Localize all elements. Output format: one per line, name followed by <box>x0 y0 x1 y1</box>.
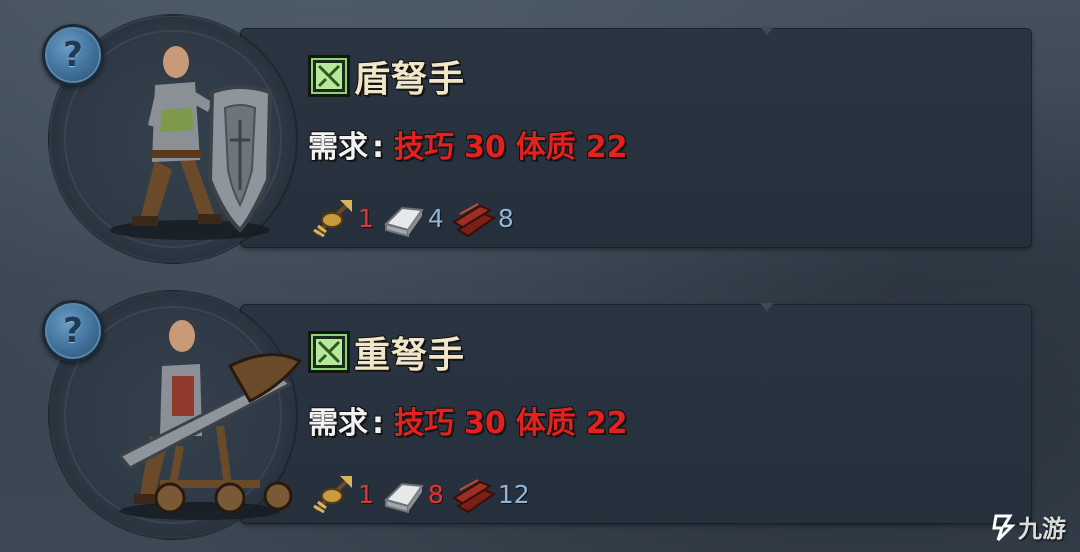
requirement-separator: : <box>372 130 384 165</box>
cost-wood: 12 <box>450 472 530 516</box>
unit-name: 盾弩手 <box>354 59 466 100</box>
cost-wood-amount: 12 <box>497 479 530 509</box>
cost-bolts-amount: 1 <box>358 203 374 233</box>
wood-planks-icon <box>451 479 496 514</box>
unit-title: 重弩手 <box>308 326 465 378</box>
requirement-label: 需求 <box>308 406 368 441</box>
iron-ingot-icon <box>383 206 424 238</box>
stat-value-skill: 30 <box>464 130 506 165</box>
help-button[interactable]: ? <box>42 300 104 362</box>
stat-name-skill: 技巧 <box>394 130 454 165</box>
cost-wood-amount: 8 <box>497 203 514 233</box>
stat-value-constitution: 22 <box>585 406 628 441</box>
cost-wood: 8 <box>450 196 514 240</box>
crossbow-bolt-icon <box>313 200 352 238</box>
watermark-logo-icon <box>992 514 1016 541</box>
stat-value-constitution: 22 <box>585 130 628 165</box>
unit-card-heavy-crossbowman[interactable]: ? 重弩手 需求 : 技巧 30 体质 22 1 8 12 <box>0 276 1080 552</box>
requirement-label: 需求 <box>308 130 368 165</box>
question-mark-icon: ? <box>63 311 83 351</box>
requirement-row: 需求 : 技巧 30 体质 22 <box>308 398 638 442</box>
cost-bolts-amount: 1 <box>358 479 374 509</box>
stat-value-skill: 30 <box>464 406 506 441</box>
crossbow-class-icon <box>308 55 350 97</box>
cost-iron: 4 <box>380 196 444 240</box>
crossbow-bolt-icon <box>313 476 352 514</box>
requirement-separator: : <box>372 406 384 441</box>
cost-iron-amount: 8 <box>427 479 444 509</box>
help-button[interactable]: ? <box>42 24 104 86</box>
cost-iron-amount: 4 <box>427 203 444 233</box>
cost-row: 1 8 12 <box>310 472 536 516</box>
cost-bolts: 1 <box>310 472 374 516</box>
question-mark-icon: ? <box>63 35 83 75</box>
unit-title: 盾弩手 <box>308 50 465 102</box>
watermark-text: 九游 <box>1018 515 1066 543</box>
cost-bolts: 1 <box>310 196 374 240</box>
requirement-row: 需求 : 技巧 30 体质 22 <box>308 122 638 166</box>
cost-iron: 8 <box>380 472 444 516</box>
unit-name: 重弩手 <box>354 335 466 376</box>
stat-name-constitution: 体质 <box>515 130 576 165</box>
shield-crossbowman-figure <box>110 44 273 240</box>
stat-name-constitution: 体质 <box>515 406 576 441</box>
crossbow-class-icon <box>308 331 350 373</box>
heavy-crossbowman-figure <box>117 318 303 520</box>
iron-ingot-icon <box>383 482 424 514</box>
wood-planks-icon <box>451 203 496 238</box>
site-watermark: 九游 <box>990 509 1066 544</box>
unit-card-shield-crossbowman[interactable]: ? 盾弩手 需求 : 技巧 30 体质 22 1 4 8 <box>0 0 1080 276</box>
stat-name-skill: 技巧 <box>394 406 454 441</box>
cost-row: 1 4 8 <box>310 196 520 240</box>
